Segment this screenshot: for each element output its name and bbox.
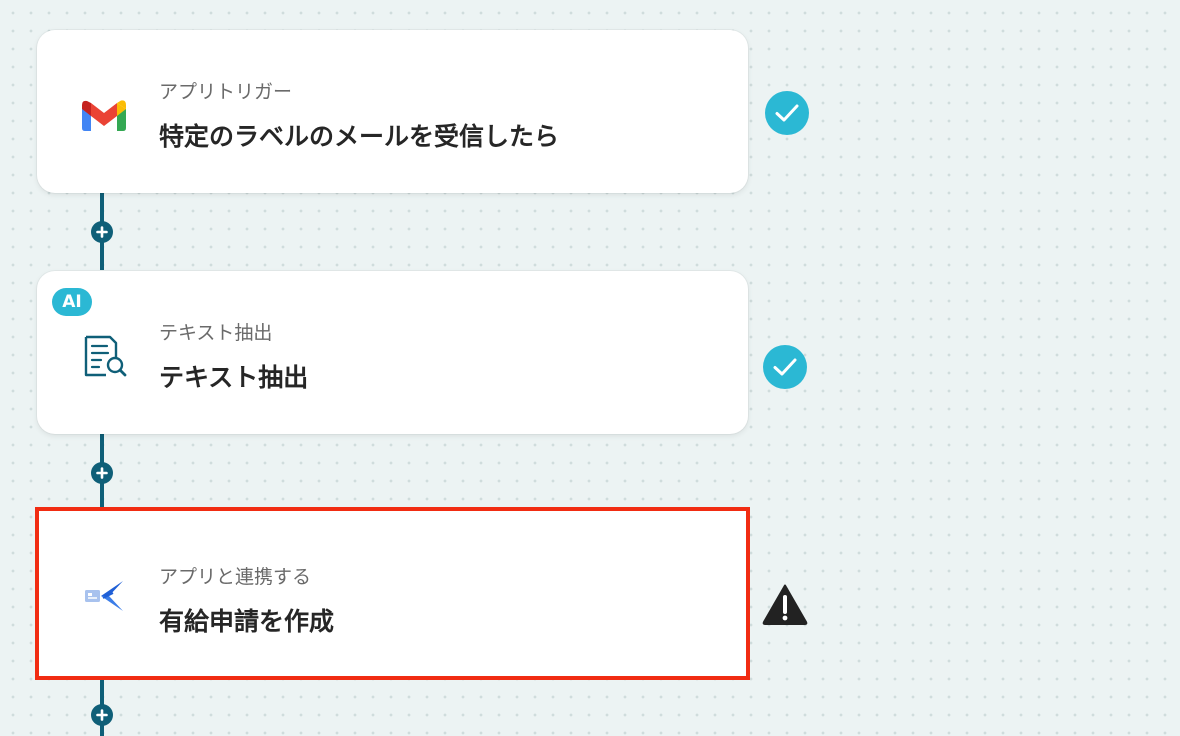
add-step-button[interactable] (91, 462, 113, 484)
step-type-label: テキスト抽出 (159, 322, 273, 344)
plus-icon (96, 709, 108, 721)
step-card-ai-extraction[interactable]: AI テキスト抽出 テキスト抽出 (37, 271, 748, 434)
step-title: テキスト抽出 (159, 363, 309, 392)
step-type-label: アプリトリガー (159, 81, 293, 103)
check-circle-icon (763, 345, 807, 389)
step-title: 有給申請を作成 (159, 607, 335, 636)
gmail-icon (82, 100, 126, 131)
ai-badge: AI (52, 288, 92, 316)
workflow-canvas: アプリトリガー 特定のラベルのメールを受信したら AI テキスト抽出 テキスト抽… (0, 0, 1180, 736)
plus-icon (96, 226, 108, 238)
add-step-button[interactable] (91, 221, 113, 243)
hr-app-icon (85, 581, 123, 611)
step-title: 特定のラベルのメールを受信したら (159, 122, 560, 151)
step-card-app-action[interactable]: アプリと連携する 有給申請を作成 (35, 507, 750, 680)
plus-icon (96, 467, 108, 479)
add-step-button[interactable] (91, 704, 113, 726)
warning-icon (762, 584, 808, 625)
document-search-icon (84, 335, 127, 377)
step-card-trigger[interactable]: アプリトリガー 特定のラベルのメールを受信したら (37, 30, 748, 193)
step-type-label: アプリと連携する (159, 566, 312, 588)
check-circle-icon (765, 91, 809, 135)
